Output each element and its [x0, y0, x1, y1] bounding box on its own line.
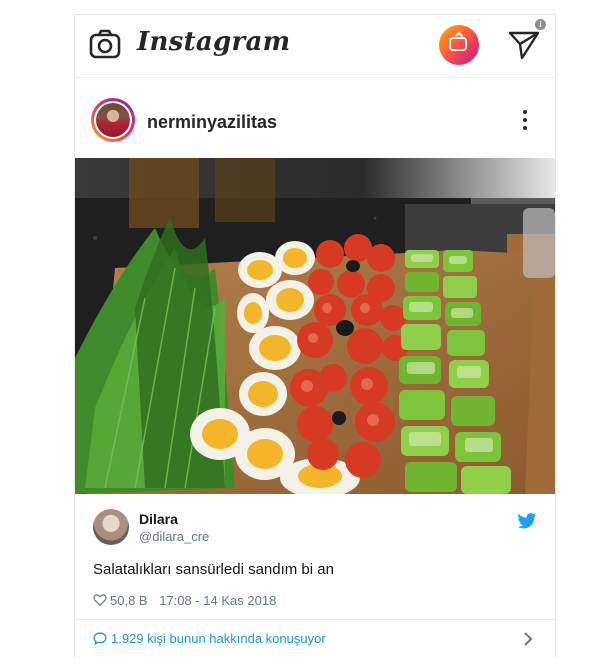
embedded-tweet[interactable]: Dilara @dilara_cre Salatalıkları sansürl…: [75, 495, 555, 659]
avatar[interactable]: [93, 509, 129, 545]
conversation-link[interactable]: 1.929 kişi bunun hakkında konuşuyor: [93, 631, 326, 646]
like-count[interactable]: 50,8 B: [110, 593, 148, 608]
tweet-author-handle[interactable]: @dilara_cre: [139, 529, 209, 544]
chevron-right-icon[interactable]: [523, 632, 533, 646]
more-vertical-icon[interactable]: [515, 110, 535, 134]
instagram-header: Instagram i: [75, 15, 555, 78]
igtv-icon[interactable]: [439, 25, 479, 65]
conversation-count-label: 1.929 kişi bunun hakkında konuşuyor: [111, 631, 326, 646]
twitter-bird-icon[interactable]: [517, 513, 537, 529]
instagram-card: Instagram i nerminyazilitas Dilara @dila…: [74, 14, 556, 659]
post-username[interactable]: nerminyazilitas: [147, 112, 277, 133]
post-header: nerminyazilitas: [75, 78, 555, 158]
divider: [75, 619, 555, 620]
camera-icon[interactable]: [89, 29, 121, 59]
speech-bubble-icon: [93, 632, 107, 645]
info-badge: i: [535, 19, 546, 30]
post-photo: [75, 158, 555, 494]
tweet-datetime[interactable]: 17:08 - 14 Kas 2018: [159, 593, 276, 608]
heart-icon[interactable]: [93, 594, 107, 606]
paper-plane-icon[interactable]: [507, 27, 541, 61]
tweet-author-name[interactable]: Dilara: [139, 511, 178, 527]
tweet-meta: 50,8 B 17:08 - 14 Kas 2018: [93, 593, 276, 608]
avatar[interactable]: [91, 98, 135, 142]
instagram-logo[interactable]: Instagram: [137, 27, 291, 57]
tweet-text: Salatalıkları sansürledi sandım bi an: [93, 561, 334, 578]
